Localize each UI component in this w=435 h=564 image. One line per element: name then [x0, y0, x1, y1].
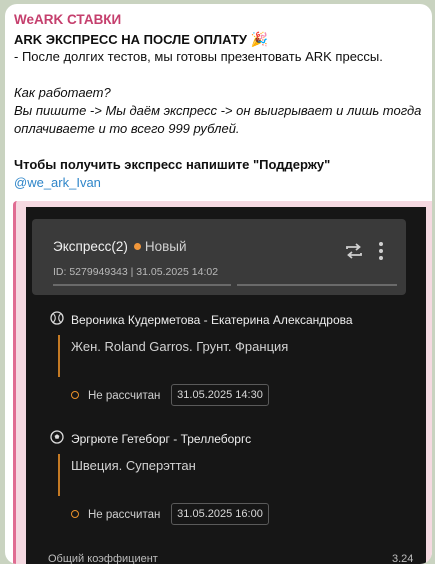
express-title-row: Экспресс(2) Новый [53, 239, 187, 254]
party-popper-icon: 🎉 [250, 31, 268, 47]
match-2-teams: Эргрюте Гетеборг - Треллеборгс [71, 432, 252, 446]
how-line-2: оплачиваете и то всего 999 рублей. [14, 121, 240, 136]
tennis-ball-icon [50, 311, 64, 325]
match-1-connector [58, 335, 60, 377]
image-preview[interactable]: Экспресс(2) Новый ID: 5279949343 | 31.05.… [13, 201, 432, 564]
message-bubble: WeARK СТАВКИ ARK ЭКСПРЕСС НА ПОСЛЕ ОПЛАТ… [5, 4, 432, 564]
progress-bar-right [237, 284, 397, 286]
match-2-state: Не рассчитан [88, 509, 161, 521]
repeat-icon [346, 243, 362, 259]
post-title: ARK ЭКСПРЕСС НА ПОСЛЕ ОПЛАТУ 🎉 [14, 30, 268, 49]
call-to-action: Чтобы получить экспресс напишите "Поддер… [14, 157, 331, 172]
pending-status-icon [71, 391, 79, 399]
match-1-state: Не рассчитан [88, 390, 161, 402]
soccer-ball-icon [50, 430, 64, 444]
express-header-card: Экспресс(2) Новый ID: 5279949343 | 31.05.… [32, 219, 406, 295]
status-dot-icon [133, 243, 141, 250]
match-1-date: 31.05.2025 14:30 [171, 384, 269, 406]
post-title-text: ARK ЭКСПРЕСС НА ПОСЛЕ ОПЛАТУ [14, 32, 247, 47]
express-title: Экспресс(2) [53, 239, 128, 254]
support-handle-link[interactable]: @we_ark_Ivan [14, 174, 101, 192]
how-question: Как работает? [14, 85, 111, 100]
express-status: Новый [144, 239, 187, 254]
match-2-connector [58, 454, 60, 496]
how-line-1: Вы пишите -> Мы даём экспресс -> он выиг… [14, 103, 422, 118]
progress-bar-left [53, 284, 231, 286]
match-2-date: 31.05.2025 16:00 [171, 503, 269, 525]
channel-name[interactable]: WeARK СТАВКИ [14, 12, 121, 27]
express-id: ID: 5279949343 | 31.05.2025 14:02 [53, 266, 219, 278]
match-1-league: Жен. Roland Garros. Грунт. Франция [71, 339, 289, 354]
total-odds-label: Общий коэффициент [48, 553, 158, 564]
bet-slip-screenshot: Экспресс(2) Новый ID: 5279949343 | 31.05.… [26, 207, 426, 564]
match-2-league: Швеция. Суперэттан [71, 458, 196, 473]
post-intro: - После долгих тестов, мы готовы презент… [14, 49, 383, 64]
more-options-icon [379, 242, 383, 260]
match-1-teams: Вероника Кудерметова - Екатерина Алексан… [71, 313, 353, 327]
pending-status-icon [71, 510, 79, 518]
total-odds-value: 3.24 [392, 553, 414, 564]
